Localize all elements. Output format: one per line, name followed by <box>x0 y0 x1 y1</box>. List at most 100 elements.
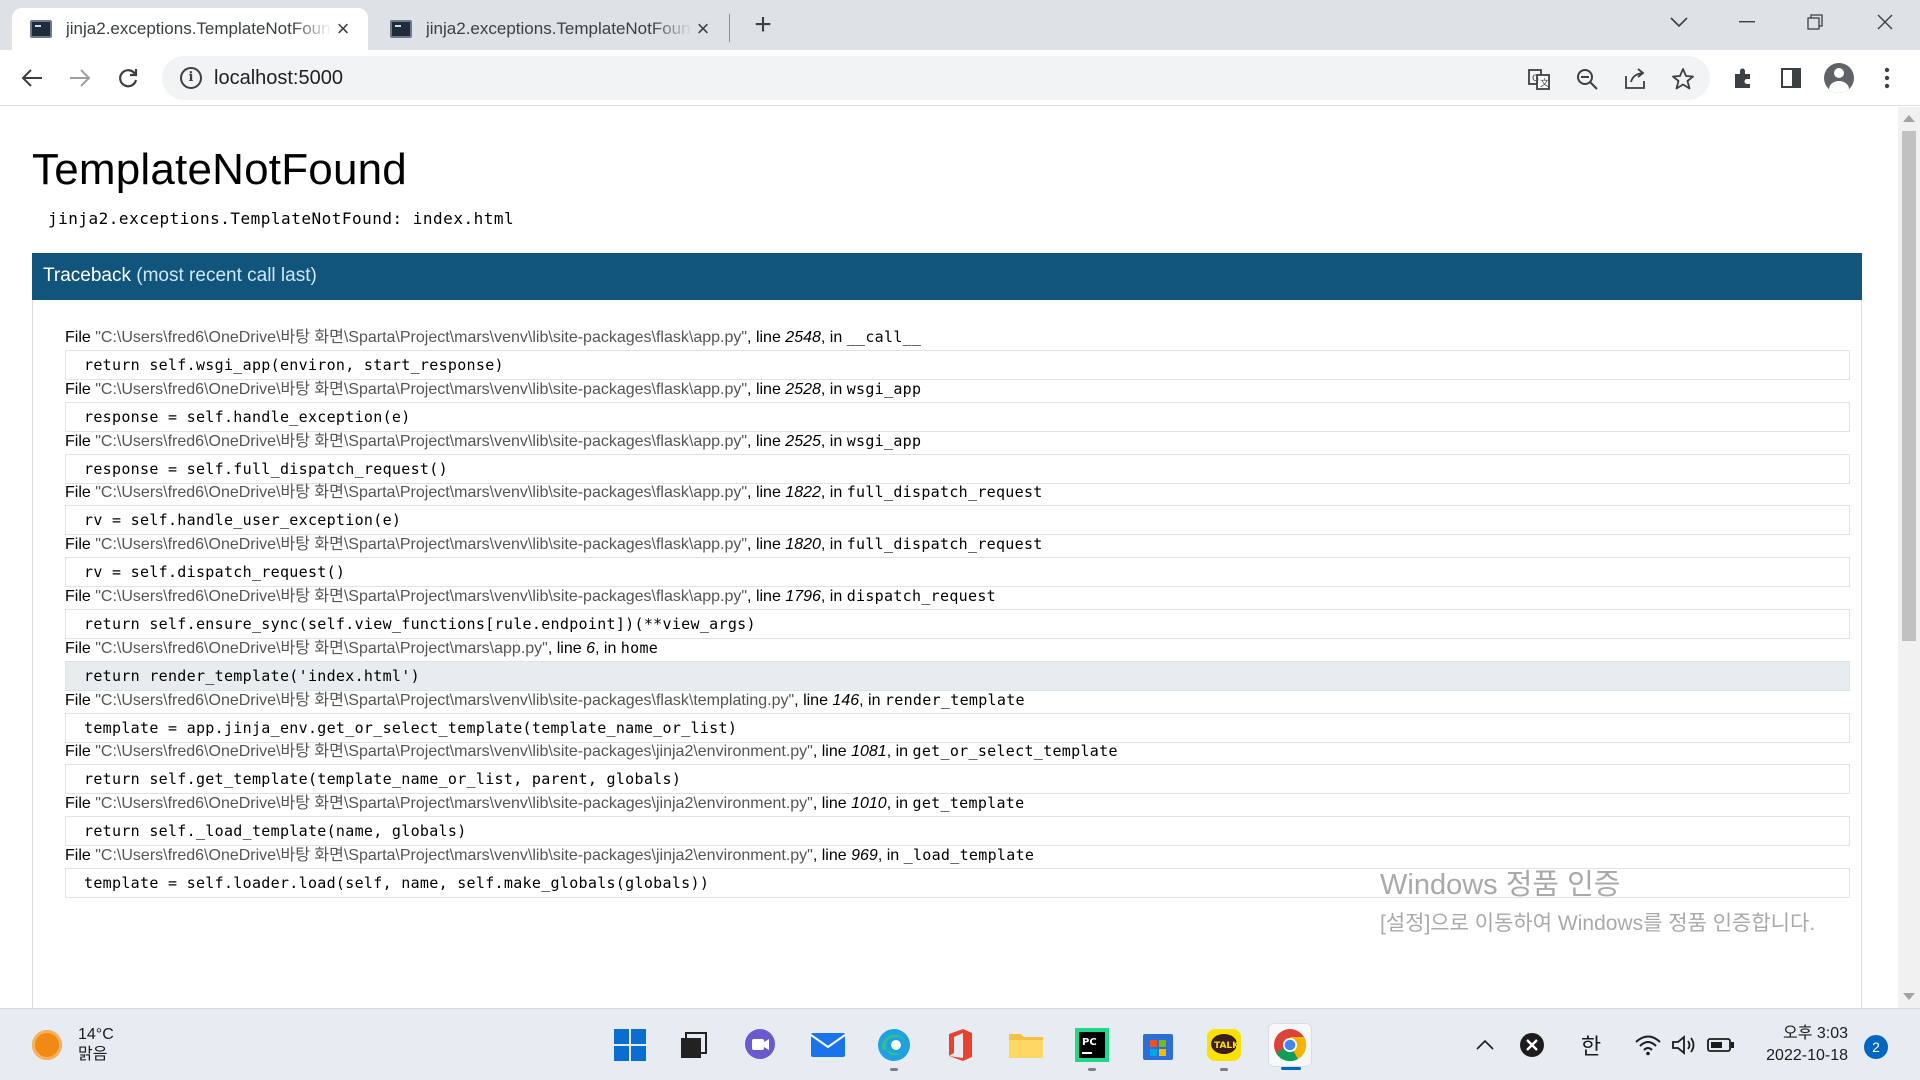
frame-header: File "C:\Users\fred6\OneDrive\바탕 화면\Spar… <box>65 792 1850 814</box>
chrome-icon[interactable] <box>1268 1023 1312 1070</box>
close-window-button[interactable] <box>1862 0 1908 44</box>
vertical-scrollbar[interactable] <box>1898 107 1920 1008</box>
traceback-frame[interactable]: File "C:\Users\fred6\OneDrive\바탕 화면\Spar… <box>65 326 1850 380</box>
wifi-icon[interactable] <box>1634 1029 1662 1061</box>
battery-icon[interactable] <box>1706 1029 1736 1061</box>
traceback-label: Traceback <box>43 265 131 286</box>
frame-filename[interactable]: "C:\Users\fred6\OneDrive\바탕 화면\Sparta\Pr… <box>95 536 747 553</box>
microsoft-store-icon[interactable] <box>1136 1023 1180 1067</box>
edge-icon[interactable] <box>872 1023 916 1071</box>
ime-indicator[interactable]: 한 <box>1576 1029 1606 1061</box>
traceback-frame[interactable]: File "C:\Users\fred6\OneDrive\바탕 화면\Spar… <box>65 430 1850 484</box>
frame-line-number: 2548 <box>785 329 821 346</box>
frame-filename[interactable]: "C:\Users\fred6\OneDrive\바탕 화면\Sparta\Pr… <box>95 847 813 864</box>
back-button[interactable] <box>14 60 50 96</box>
frame-file-prefix: File <box>65 484 96 502</box>
profile-avatar-icon[interactable] <box>1824 63 1854 93</box>
office-icon[interactable] <box>938 1023 982 1067</box>
tray-app-x-icon[interactable] <box>1518 1029 1546 1061</box>
show-hidden-icons-chevron-icon[interactable] <box>1472 1029 1498 1061</box>
frame-code-line[interactable]: return render_template('index.html') <box>65 660 1850 691</box>
traceback-frame[interactable]: File "C:\Users\fred6\OneDrive\바탕 화면\Spar… <box>65 533 1850 588</box>
share-icon[interactable] <box>1622 66 1648 92</box>
task-view-icon[interactable] <box>672 1023 716 1067</box>
notification-badge[interactable]: 2 <box>1864 1035 1888 1059</box>
frame-in-label: , in <box>859 691 885 709</box>
frame-code-line[interactable]: template = app.jinja_env.get_or_select_t… <box>65 712 1850 743</box>
tab-search-chevron-icon[interactable] <box>1656 0 1702 44</box>
frame-code-line[interactable]: return self._load_template(name, globals… <box>65 816 1850 847</box>
frame-filename[interactable]: "C:\Users\fred6\OneDrive\바탕 화면\Sparta\Pr… <box>95 640 548 657</box>
tab-inactive[interactable]: jinja2.exceptions.TemplateNotFound: inde… <box>372 8 728 50</box>
tab-active[interactable]: jinja2.exceptions.TemplateNotFound: inde… <box>12 8 368 50</box>
svg-text:G: G <box>1532 74 1539 84</box>
frame-file-prefix: File <box>65 743 96 761</box>
start-icon[interactable] <box>608 1023 652 1067</box>
traceback-frame[interactable]: File "C:\Users\fred6\OneDrive\바탕 화면\Spar… <box>65 585 1850 639</box>
folder-icon[interactable] <box>1004 1023 1048 1067</box>
system-clock[interactable]: 오후 3:03 2022-10-18 <box>1752 1023 1848 1067</box>
side-panel-icon[interactable] <box>1776 63 1806 93</box>
reload-button[interactable] <box>110 60 146 96</box>
frame-code-line[interactable]: return self.ensure_sync(self.view_functi… <box>65 609 1850 639</box>
tab-close-icon[interactable]: × <box>332 16 354 41</box>
frame-code-line[interactable]: return self.wsgi_app(environ, start_resp… <box>65 350 1850 380</box>
frame-header: File "C:\Users\fred6\OneDrive\바탕 화면\Spar… <box>65 637 1850 659</box>
tab-close-icon[interactable]: × <box>692 16 714 41</box>
minimize-button[interactable] <box>1724 0 1770 44</box>
bookmark-star-icon[interactable] <box>1670 66 1696 92</box>
frame-in-label: , in <box>877 847 904 864</box>
frame-code-line[interactable]: response = self.handle_exception(e) <box>65 401 1850 432</box>
frame-line-label: , line <box>747 380 786 398</box>
kakaotalk-icon[interactable]: TALK <box>1202 1023 1246 1071</box>
address-bar[interactable]: i localhost:5000 G文 <box>162 56 1710 100</box>
extensions-puzzle-icon[interactable] <box>1728 63 1758 93</box>
frame-file-prefix: File <box>65 847 96 864</box>
new-tab-button[interactable]: + <box>748 10 778 40</box>
frame-header: File "C:\Users\fred6\OneDrive\바탕 화면\Spar… <box>65 740 1850 762</box>
frame-filename[interactable]: "C:\Users\fred6\OneDrive\바탕 화면\Sparta\Pr… <box>95 692 794 709</box>
pycharm-icon[interactable]: PC <box>1070 1023 1114 1071</box>
frame-filename[interactable]: "C:\Users\fred6\OneDrive\바탕 화면\Sparta\Pr… <box>95 588 747 605</box>
frame-filename[interactable]: "C:\Users\fred6\OneDrive\바탕 화면\Sparta\Pr… <box>95 743 813 760</box>
traceback-frame[interactable]: File "C:\Users\fred6\OneDrive\바탕 화면\Spar… <box>65 689 1850 743</box>
frame-header: File "C:\Users\fred6\OneDrive\바탕 화면\Spar… <box>65 585 1850 607</box>
frame-line-label: , line <box>747 536 786 554</box>
frame-line-label: , line <box>747 588 786 605</box>
frame-filename[interactable]: "C:\Users\fred6\OneDrive\바탕 화면\Sparta\Pr… <box>95 795 813 812</box>
frame-filename[interactable]: "C:\Users\fred6\OneDrive\바탕 화면\Sparta\Pr… <box>95 484 747 501</box>
traceback-frame[interactable]: File "C:\Users\fred6\OneDrive\바탕 화면\Spar… <box>65 740 1850 795</box>
traceback-frame[interactable]: File "C:\Users\fred6\OneDrive\바탕 화면\Spar… <box>65 378 1850 432</box>
scrollbar-thumb[interactable] <box>1902 131 1916 641</box>
frame-function: _load_template <box>903 846 1035 864</box>
page-viewport: TemplateNotFound jinja2.exceptions.Templ… <box>0 107 1898 1008</box>
frame-line-number: 1822 <box>785 484 821 502</box>
teams-chat-icon[interactable] <box>738 1023 782 1067</box>
chrome-menu-icon[interactable] <box>1872 63 1902 93</box>
site-info-icon[interactable]: i <box>180 67 202 89</box>
volume-icon[interactable] <box>1670 1029 1698 1061</box>
zoom-out-icon[interactable] <box>1574 66 1600 92</box>
frame-filename[interactable]: "C:\Users\fred6\OneDrive\바탕 화면\Sparta\Pr… <box>95 329 747 346</box>
frame-in-label: , in <box>595 639 621 657</box>
traceback-frame[interactable]: File "C:\Users\fred6\OneDrive\바탕 화면\Spar… <box>65 792 1850 847</box>
translate-icon[interactable]: G文 <box>1526 66 1552 92</box>
restore-button[interactable] <box>1792 0 1838 44</box>
frame-header: File "C:\Users\fred6\OneDrive\바탕 화면\Spar… <box>65 481 1850 503</box>
scroll-down-arrow-icon[interactable] <box>1903 993 1915 1000</box>
scroll-up-arrow-icon[interactable] <box>1903 115 1915 122</box>
traceback-frame[interactable]: File "C:\Users\fred6\OneDrive\바탕 화면\Spar… <box>65 481 1850 536</box>
frame-code-line[interactable]: response = self.full_dispatch_request() <box>65 453 1850 484</box>
frame-file-prefix: File <box>65 432 96 450</box>
frame-code-line[interactable]: return self.get_template(template_name_o… <box>65 764 1850 795</box>
frame-filename[interactable]: "C:\Users\fred6\OneDrive\바탕 화면\Sparta\Pr… <box>95 381 747 398</box>
mail-icon[interactable] <box>806 1023 850 1067</box>
frame-filename[interactable]: "C:\Users\fred6\OneDrive\바탕 화면\Sparta\Pr… <box>95 433 747 450</box>
frame-line-number: 1010 <box>851 795 887 813</box>
frame-code-line[interactable]: rv = self.handle_user_exception(e) <box>65 505 1850 536</box>
frame-in-label: , in <box>820 432 847 450</box>
forward-button[interactable] <box>62 60 98 96</box>
traceback-frame[interactable]: File "C:\Users\fred6\OneDrive\바탕 화면\Spar… <box>65 637 1850 691</box>
weather-widget[interactable]: 14°C 맑음 <box>32 1025 114 1065</box>
frame-code-line[interactable]: rv = self.dispatch_request() <box>65 557 1850 588</box>
